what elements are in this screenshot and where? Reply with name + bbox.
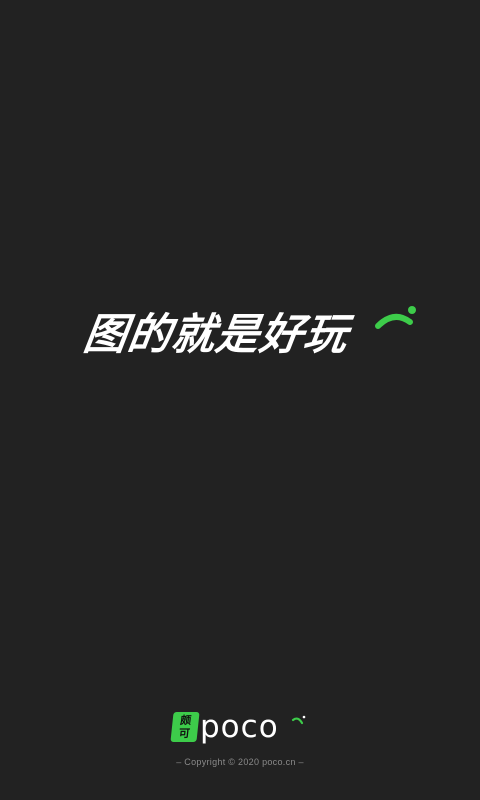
signal-arc-icon [375, 306, 416, 329]
logo-badge: 颇 可 [170, 712, 200, 742]
logo-wordmark: poco [200, 709, 279, 745]
logo-arc-icon [291, 715, 306, 725]
logo-badge-top: 颇 [179, 714, 192, 727]
slogan-banner: 图的就是好玩 [78, 302, 418, 366]
copyright-text: – Copyright © 2020 poco.cn – [176, 757, 304, 767]
slogan-text: 图的就是好玩 [80, 310, 352, 360]
poco-logo: 颇 可 poco [170, 709, 306, 745]
logo-badge-bottom: 可 [178, 727, 191, 740]
splash-screen: 图的就是好玩 颇 可 poco – Copyright © 2020 poco.… [0, 0, 480, 800]
